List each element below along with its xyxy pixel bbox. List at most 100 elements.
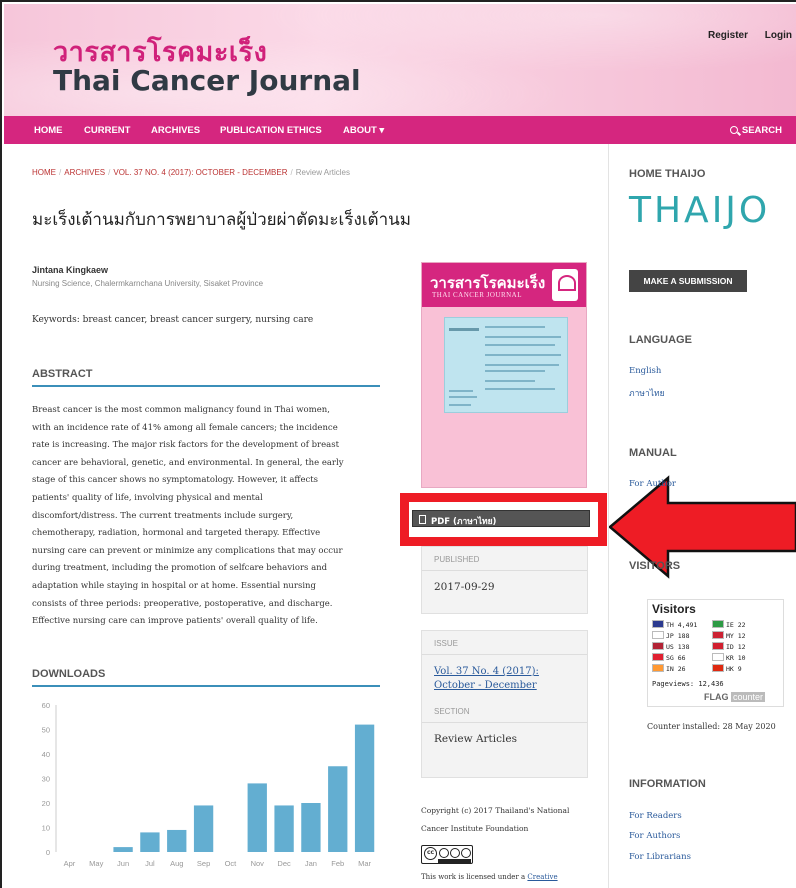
visitor-country-row: KR 10 [712, 653, 746, 662]
abstract-line: rate is increasing. The major risk facto… [32, 440, 339, 451]
breadcrumb-issue[interactable]: VOL. 37 NO. 4 (2017): OCTOBER - DECEMBER [113, 168, 287, 177]
pdf-file-icon [419, 515, 426, 524]
abstract-line: consists of three periods: preoperative,… [32, 598, 333, 609]
abstract-line: Effective nursing care can improve patie… [32, 616, 318, 627]
copyright-text: Copyright (c) 2017 Thailand's National C… [421, 806, 570, 833]
visitor-country-row: MY 12 [712, 631, 746, 640]
bar-jun [113, 847, 133, 852]
nav-archives[interactable]: ARCHIVES [151, 125, 200, 136]
breadcrumb-archives[interactable]: ARCHIVES [64, 168, 105, 177]
information-heading: INFORMATION [629, 778, 706, 790]
issue-link[interactable]: Vol. 37 No. 4 (2017): October - December [422, 655, 552, 693]
language-english[interactable]: English [629, 366, 661, 376]
abstract-line: chemotherapy, radiation, hormonal and ta… [32, 528, 321, 539]
published-date: 2017-09-29 [434, 581, 495, 593]
author-name: Jintana Kingkaew [32, 265, 109, 275]
register-link[interactable]: Register [708, 30, 748, 41]
y-tick-label: 20 [42, 799, 50, 808]
y-tick-label: 50 [42, 726, 50, 735]
breadcrumb-home[interactable]: HOME [32, 168, 56, 177]
cover-contents-card [444, 317, 568, 413]
flag-counter-logo: FLAG counter [704, 692, 766, 702]
creative-commons-badge[interactable]: cc [421, 845, 473, 864]
x-tick-label: Oct [225, 859, 238, 868]
visitors-heading: VISITORS [629, 560, 681, 572]
published-box: PUBLISHED 2017-09-29 [421, 546, 588, 614]
abstract-line: cancer are behavioral, genetic, and envi… [32, 457, 344, 468]
x-tick-label: Apr [64, 859, 76, 868]
x-tick-label: Aug [170, 859, 183, 868]
visitor-country-row: US 138 [652, 642, 689, 651]
downloads-chart: 0 10 20 30 40 50 60 Apr May Jun Jul Aug Sep Oct Nov Dec… [42, 701, 375, 868]
downloads-heading: DOWNLOADS [32, 668, 380, 687]
x-tick-label: Jun [117, 859, 129, 868]
x-tick-label: Sep [197, 859, 210, 868]
pageviews-count: Pageviews: 12,436 [652, 680, 724, 688]
country-flag-icon [712, 664, 724, 672]
manual-for-author-link[interactable]: For Author [629, 479, 676, 489]
x-tick-label: Nov [251, 859, 265, 868]
flag-counter-widget[interactable]: Visitors TH 4,491 IE 22 JP 188 MY 12 US 138 I… [647, 599, 784, 707]
x-tick-label: May [89, 859, 103, 868]
info-for-authors[interactable]: For Authors [629, 831, 680, 841]
counter-installed-note: Counter installed: 28 May 2020 [647, 722, 776, 731]
bar-feb [328, 766, 348, 852]
abstract-line: patients' quality of life, involving phy… [32, 492, 263, 503]
search-label: SEARCH [741, 125, 782, 136]
visitor-country-row: IN 26 [652, 664, 686, 673]
visitor-country-row: ID 12 [712, 642, 746, 651]
abstract-line: Breast cancer is the most common maligna… [32, 405, 330, 415]
thaijo-logo[interactable]: THAIJO [629, 190, 770, 231]
visitors-title: Visitors [652, 602, 696, 616]
abstract-line: adaptation while staying in hospital or … [32, 580, 316, 591]
nav-publication-ethics[interactable]: PUBLICATION ETHICS [220, 125, 322, 136]
breadcrumb-current: Review Articles [295, 168, 350, 177]
info-for-readers[interactable]: For Readers [629, 811, 682, 821]
info-for-librarians[interactable]: For Librarians [629, 852, 691, 862]
bar-mar [354, 724, 375, 852]
login-link[interactable]: Login [765, 30, 792, 41]
bar-dec [274, 805, 294, 852]
y-tick-label: 60 [42, 701, 50, 710]
x-tick-label: Dec [277, 859, 291, 868]
issue-label: ISSUE [422, 631, 587, 655]
issue-cover[interactable]: วารสารโรคมะเร็ง THAI CANCER JOURNAL [421, 262, 587, 488]
visitor-country-row: IE 22 [712, 620, 746, 629]
country-flag-icon [712, 631, 724, 639]
published-label: PUBLISHED [422, 547, 587, 571]
home-thaijo-heading: HOME THAIJO [629, 168, 706, 180]
license-link[interactable]: Creative [527, 873, 557, 881]
country-flag-icon [652, 664, 664, 672]
site-logo-english[interactable]: Thai Cancer Journal [53, 64, 361, 97]
abstract-line: stage of this cancer shows no symptomato… [32, 475, 319, 486]
author-affiliation: Nursing Science, Chalermkarnchana Univer… [32, 279, 264, 288]
cc-icon: cc [424, 847, 437, 860]
abstract-text: Breast cancer is the most common maligna… [32, 402, 384, 631]
nav-about[interactable]: ABOUT ▾ [343, 125, 384, 136]
nav-current[interactable]: CURRENT [84, 125, 130, 136]
country-flag-icon [712, 620, 724, 628]
visitor-country-row: TH 4,491 [652, 620, 697, 629]
abstract-line: with an incidence rate of 41% among all … [32, 422, 338, 433]
breadcrumb: HOME / ARCHIVES / VOL. 37 NO. 4 (2017): OCTO… [32, 168, 350, 177]
x-tick-label: Mar [358, 859, 371, 868]
visitor-country-row: JP 188 [652, 631, 689, 640]
primary-nav: HOME CURRENT ARCHIVES PUBLICATION ETHICS… [4, 116, 796, 144]
y-tick-label: 30 [42, 775, 50, 784]
make-submission-button[interactable]: MAKE A SUBMISSION [629, 270, 747, 292]
country-flag-icon [652, 642, 664, 650]
country-flag-icon [712, 642, 724, 650]
pdf-download-button[interactable]: PDF (ภาษาไทย) [412, 510, 590, 527]
country-flag-icon [652, 653, 664, 661]
y-tick-label: 0 [46, 848, 50, 857]
search-icon [729, 126, 738, 134]
user-nav: Register Login [694, 30, 792, 41]
abstract-heading: ABSTRACT [32, 368, 380, 387]
search-link[interactable]: SEARCH [729, 125, 782, 136]
bar-sep [193, 805, 214, 852]
language-thai[interactable]: ภาษาไทย [629, 386, 665, 400]
bar-nov [247, 783, 267, 852]
abstract-line: discomfort/distress. The current treatme… [32, 510, 294, 521]
nav-home[interactable]: HOME [34, 125, 63, 136]
cover-subtitle: THAI CANCER JOURNAL [432, 291, 522, 299]
